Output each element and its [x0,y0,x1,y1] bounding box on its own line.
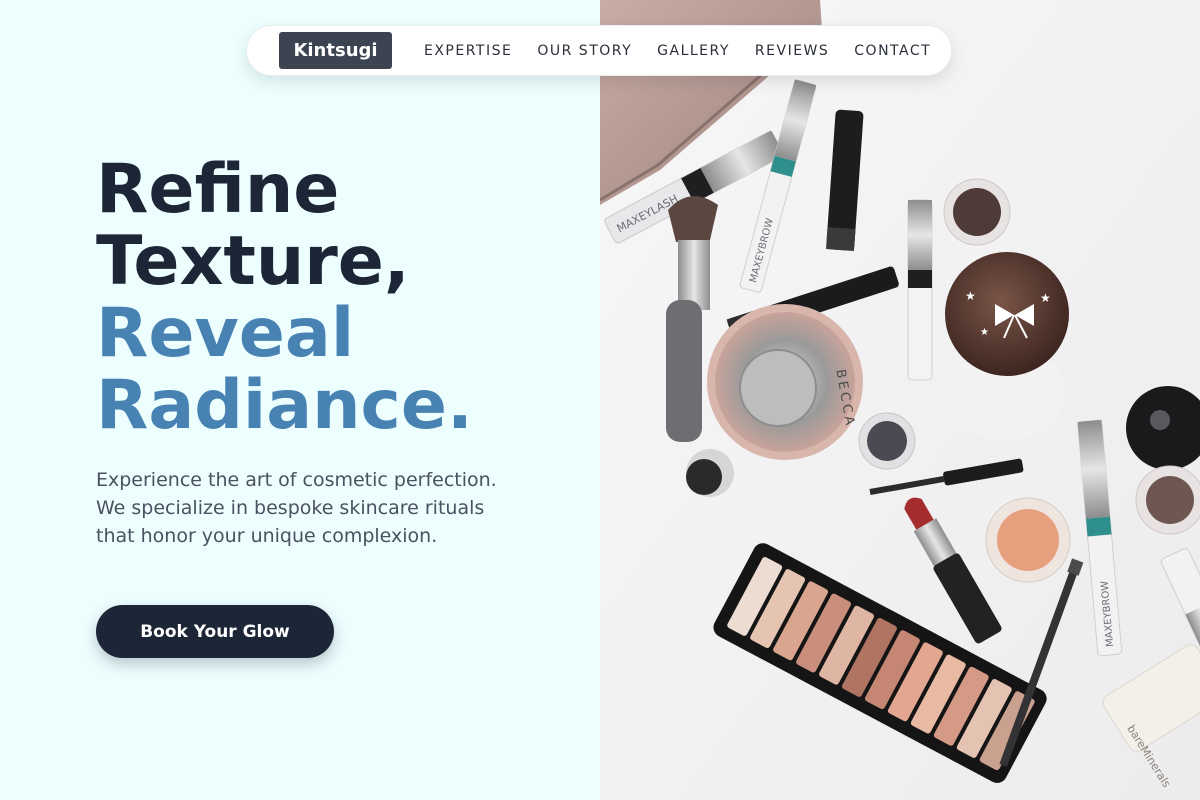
cosmetics-photo: MAXEYLASH MAXEYBROW BECCA ★ ★ ★ MAXEYBRO… [600,0,1200,800]
highlighter-compact: BECCA [707,304,863,460]
liner-tube-white [907,199,933,381]
nav-link-reviews[interactable]: REVIEWS [755,43,829,59]
small-jar [686,449,734,497]
top-navbar: Kintsugi EXPERTISE OUR STORY GALLERY REV… [246,25,952,76]
nav-link-gallery[interactable]: GALLERY [657,43,730,59]
svg-text:★: ★ [965,289,976,303]
nav-link-our-story[interactable]: OUR STORY [537,43,632,59]
headline-line-4: Radiance. [96,366,473,445]
eyeshadow-pot-3 [1135,465,1200,535]
eyeshadow-pot-2 [858,412,916,470]
headline-line-1: Refine [96,150,340,229]
eyeshadow-pot-1 [943,178,1011,246]
nav-link-contact[interactable]: CONTACT [854,43,931,59]
blush-pot [985,497,1071,583]
hero-image: MAXEYLASH MAXEYBROW BECCA ★ ★ ★ MAXEYBRO… [600,0,1200,800]
svg-text:★: ★ [1040,291,1051,305]
headline-line-2: Texture, [96,222,410,301]
nav-link-expertise[interactable]: EXPERTISE [424,43,512,59]
hero-description: Experience the art of cosmetic perfectio… [96,469,497,547]
nav-links: EXPERTISE OUR STORY GALLERY REVIEWS CONT… [424,43,931,59]
headline-line-3: Reveal [96,294,355,373]
svg-text:★: ★ [980,327,989,338]
hero-headline: Refine Texture, Reveal Radiance. [96,154,473,442]
powder-jar: ★ ★ ★ [945,252,1069,440]
site-logo[interactable]: Kintsugi [279,32,392,69]
book-your-glow-button[interactable]: Book Your Glow [96,605,334,658]
